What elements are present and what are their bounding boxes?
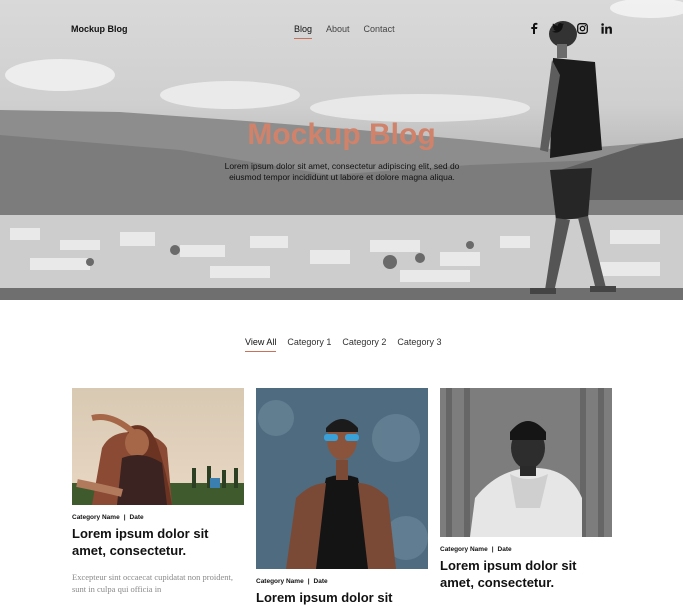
post-date: Date — [313, 578, 328, 585]
filter-category-3[interactable]: Category 3 — [397, 337, 441, 352]
nav-item-about[interactable]: About — [326, 24, 350, 39]
post-date: Date — [129, 514, 144, 521]
post-category[interactable]: Category Name — [440, 546, 488, 553]
filter-view-all[interactable]: View All — [245, 337, 277, 352]
post-title[interactable]: Lorem ipsum dolor sit — [256, 589, 428, 606]
filter-category-1[interactable]: Category 1 — [287, 337, 331, 352]
post-card[interactable]: Category Name | Date Lorem ipsum dolor sit… — [440, 388, 612, 591]
post-image[interactable] — [72, 388, 244, 505]
nav-item-blog[interactable]: Blog — [294, 24, 313, 39]
main-nav: Blog About Contact — [294, 24, 395, 39]
brand-logo[interactable]: Mockup Blog — [71, 24, 128, 34]
post-meta: Category Name | Date — [440, 546, 512, 553]
post-category[interactable]: Category Name — [72, 514, 120, 521]
instagram-icon[interactable] — [576, 22, 588, 34]
hero-subtitle: Lorem ipsum dolor sit amet, consectetur … — [224, 161, 460, 182]
post-date: Date — [497, 546, 512, 553]
post-excerpt: Excepteur sint occaecat cupidatat non pr… — [72, 572, 233, 594]
post-category[interactable]: Category Name — [256, 578, 304, 585]
twitter-icon[interactable] — [552, 22, 564, 34]
post-title[interactable]: Lorem ipsum dolor sit amet, consectetur. — [440, 557, 612, 591]
category-filter-tabs: View All Category 1 Category 2 Category … — [245, 337, 441, 352]
post-meta: Category Name | Date — [72, 514, 144, 521]
post-image[interactable] — [440, 388, 612, 537]
post-card[interactable]: Category Name | Date Lorem ipsum dolor sit — [256, 388, 428, 606]
post-card[interactable]: Category Name | Date Lorem ipsum dolor sit… — [72, 388, 244, 595]
post-meta: Category Name | Date — [256, 578, 328, 585]
filter-category-2[interactable]: Category 2 — [342, 337, 386, 352]
nav-item-contact[interactable]: Contact — [364, 24, 395, 39]
facebook-icon[interactable] — [528, 22, 540, 34]
hero-section: Mockup Blog Blog About Contact Mockup Bl… — [0, 0, 683, 300]
post-title[interactable]: Lorem ipsum dolor sit amet, consectetur. — [72, 525, 244, 559]
hero-title: Mockup Blog — [247, 118, 436, 151]
social-links — [528, 22, 612, 34]
post-image[interactable] — [256, 388, 428, 569]
linkedin-icon[interactable] — [600, 22, 612, 34]
